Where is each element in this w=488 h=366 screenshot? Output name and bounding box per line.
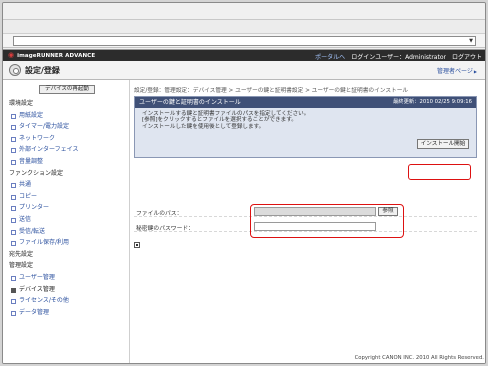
file-path-label: ファイルのパス：: [136, 211, 183, 217]
sidebar-item-receive[interactable]: 受信/転送: [3, 226, 129, 238]
address-input[interactable]: ▼: [13, 36, 476, 46]
sidebar-item-timer[interactable]: タイマー/電力設定: [3, 121, 129, 133]
brand-logo-icon: ◉: [8, 51, 15, 59]
page-area: ◉ imageRUNNER ADVANCE ポータルへ ログインユーザー：Adm…: [3, 49, 485, 363]
breadcrumb: 設定/登録：管理設定：デバイス管理 > ユーザーの鍵と証明書設定 > ユーザーの…: [134, 88, 409, 94]
sidebar-item-paper[interactable]: 用紙設定: [3, 110, 129, 122]
sidebar-item-copy[interactable]: コピー: [3, 191, 129, 203]
sidebar-category-destination[interactable]: 宛先設定: [3, 249, 129, 261]
brand-name: imageRUNNER ADVANCE: [17, 52, 96, 59]
browser-window: ▼ ◉ imageRUNNER ADVANCE ポータルへ ログインユーザー：A…: [2, 2, 486, 364]
last-updated: 最終更新：2010 02/25 9:09:16: [392, 99, 472, 105]
admin-page-link-label: 管理者ページ: [437, 68, 473, 75]
start-install-button[interactable]: インストール開始: [417, 139, 469, 149]
sidebar-item-network[interactable]: ネットワーク: [3, 133, 129, 145]
browser-addressbar: ▼: [3, 34, 485, 48]
install-panel: ユーザーの鍵と証明書のインストール 最終更新：2010 02/25 9:09:1…: [134, 96, 477, 158]
sidebar-item-common[interactable]: 共通: [3, 179, 129, 191]
sidebar-item-send[interactable]: 送信: [3, 214, 129, 226]
sidebar-item-data-management[interactable]: データ管理: [3, 307, 129, 319]
sidebar-category-function[interactable]: ファンクション設定: [3, 168, 129, 180]
admin-page-link[interactable]: 管理者ページ▶: [437, 66, 477, 75]
sidebar-nav: 環境設定 用紙設定 タイマー/電力設定 ネットワーク 外部インターフェイス 音量…: [3, 98, 129, 318]
brand-links: ポータルへ ログインユーザー：Administrator ログアウト: [315, 52, 482, 61]
arrow-icon: ▶: [473, 69, 477, 74]
password-label: 秘密鍵のパスワード：: [136, 226, 194, 232]
login-user: ログインユーザー：Administrator: [351, 54, 446, 61]
page-top-icon[interactable]: [134, 242, 140, 248]
browser-titlebar: [3, 3, 485, 20]
sidebar-item-user-management[interactable]: ユーザー管理: [3, 272, 129, 284]
brand-bar: ◉ imageRUNNER ADVANCE ポータルへ ログインユーザー：Adm…: [3, 50, 485, 61]
sidebar-category-environment[interactable]: 環境設定: [3, 98, 129, 110]
desc-line-3: インストールした鍵を使用後として登録します。: [142, 123, 265, 130]
copyright: Copyright CANON INC. 2010 All Rights Res…: [354, 355, 484, 361]
sidebar-item-volume[interactable]: 音量調整: [3, 156, 129, 168]
sidebar-category-management[interactable]: 管理設定: [3, 260, 129, 272]
highlight-install-button: [408, 164, 471, 180]
panel-description: インストールする鍵と証明書ファイルのパスを指定してください。 [参照]をクリック…: [142, 111, 309, 130]
sidebar-item-external-interface[interactable]: 外部インターフェイス: [3, 144, 129, 156]
main-content: 設定/登録：管理設定：デバイス管理 > ユーザーの鍵と証明書設定 > ユーザーの…: [131, 80, 485, 363]
page-header: 設定/登録 管理者ページ▶: [3, 61, 485, 80]
browser-menubar: [3, 20, 485, 34]
gear-icon: [9, 64, 21, 76]
page-title: 設定/登録: [25, 65, 60, 75]
sidebar-item-printer[interactable]: プリンター: [3, 202, 129, 214]
highlight-fields: [250, 204, 404, 238]
sidebar-item-license[interactable]: ライセンス/その他: [3, 295, 129, 307]
dropdown-arrow-icon[interactable]: ▼: [467, 37, 475, 45]
portal-link[interactable]: ポータルへ: [315, 52, 345, 61]
sidebar-item-file-store[interactable]: ファイル保存/利用: [3, 237, 129, 249]
panel-title: ユーザーの鍵と証明書のインストール: [139, 99, 241, 106]
restart-device-button[interactable]: デバイスの再起動: [39, 85, 95, 94]
sidebar: デバイスの再起動 環境設定 用紙設定 タイマー/電力設定 ネットワーク 外部イン…: [3, 80, 130, 363]
desc-line-2: [参照]をクリックするとファイルを選択することができます。: [142, 117, 297, 124]
sidebar-item-device-management[interactable]: デバイス管理: [3, 284, 129, 296]
logout-link[interactable]: ログアウト: [452, 52, 482, 61]
panel-title-bar: ユーザーの鍵と証明書のインストール 最終更新：2010 02/25 9:09:1…: [135, 97, 476, 108]
